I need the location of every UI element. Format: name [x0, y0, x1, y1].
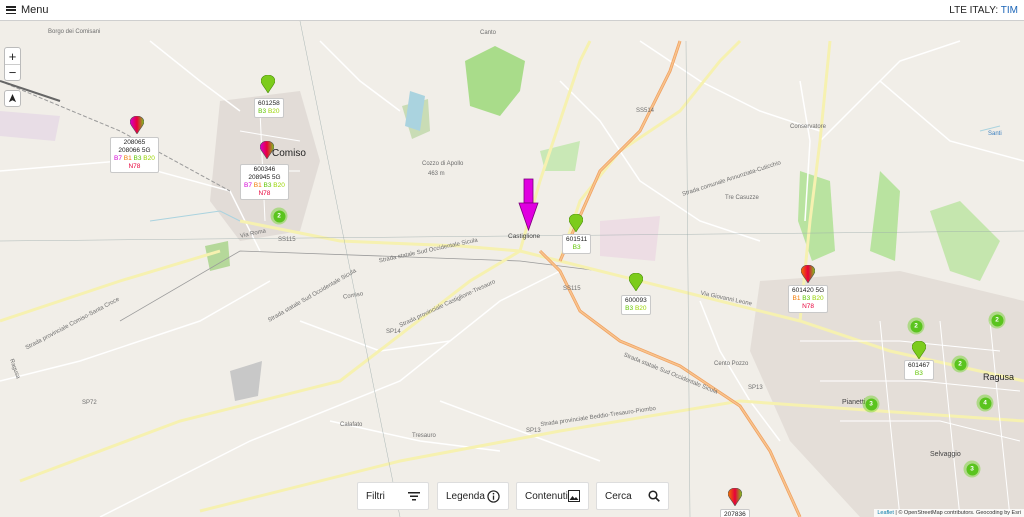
- zoom-control: + −: [4, 47, 21, 81]
- road-label: SP13: [748, 385, 763, 391]
- place-label: 463 m: [428, 171, 445, 177]
- site-card[interactable]: 601420 5G B1 B3 B20 N78: [788, 285, 829, 313]
- attribution-text: | © OpenStreetMap contributors. Geocodin…: [895, 510, 1021, 516]
- place-label: Comiso: [272, 148, 306, 159]
- site-card[interactable]: 207836: [720, 509, 750, 517]
- road-label: SS115: [563, 286, 581, 292]
- site-marker-icon[interactable]: [801, 265, 815, 283]
- site-marker-icon[interactable]: [912, 341, 926, 359]
- zoom-out-button[interactable]: −: [5, 64, 20, 80]
- location-icon: [8, 94, 17, 103]
- filters-button[interactable]: Filtri: [357, 482, 429, 510]
- site-cluster[interactable]: 2: [270, 207, 288, 225]
- filter-icon: [408, 492, 420, 501]
- site-card[interactable]: 600346 208945 5G B7 B1 B3 B20 N78: [240, 164, 289, 200]
- site-cluster[interactable]: 3: [862, 395, 880, 413]
- road-label: SS514: [636, 108, 655, 114]
- place-label: Cozzo di Apollo: [422, 161, 464, 167]
- site-marker-icon[interactable]: [728, 488, 742, 506]
- image-icon: [568, 490, 580, 502]
- top-bar: Menu LTE ITALY: TIM: [0, 0, 1024, 21]
- zoom-in-button[interactable]: +: [5, 48, 20, 64]
- site-card[interactable]: 601467 B3: [904, 360, 934, 380]
- site-marker-icon[interactable]: [629, 273, 643, 291]
- place-label: Conservatore: [790, 124, 827, 130]
- site-cluster[interactable]: 2: [988, 311, 1006, 329]
- contents-button[interactable]: Contenuti: [516, 482, 589, 510]
- site-cluster[interactable]: 4: [976, 394, 994, 412]
- place-label: Calafato: [340, 422, 363, 428]
- leaflet-link[interactable]: Leaflet: [877, 510, 894, 516]
- place-label: Selvaggio: [930, 451, 961, 458]
- place-label: Borgo dei Comisani: [48, 29, 101, 35]
- place-label: Ragusa: [983, 372, 1015, 382]
- site-cluster[interactable]: 2: [907, 317, 925, 335]
- road-label: SS115: [278, 237, 296, 243]
- place-label: Canto: [480, 30, 497, 36]
- site-card[interactable]: 601258 B3 B20: [254, 98, 284, 118]
- menu-label: Menu: [21, 4, 49, 16]
- carrier-name: TIM: [1000, 4, 1018, 16]
- place-label: Tresauro: [412, 433, 436, 439]
- site-cluster[interactable]: 3: [963, 460, 981, 478]
- place-label: Cento Pozzo: [714, 361, 749, 367]
- place-label: Castiglione: [508, 233, 541, 240]
- menu-button[interactable]: Menu: [6, 4, 49, 16]
- site-card[interactable]: 208065 208066 5G B7 B1 B3 B20 N78: [110, 137, 159, 173]
- locate-button[interactable]: [4, 90, 21, 107]
- place-label: Tre Casuzze: [725, 195, 759, 201]
- site-marker-icon[interactable]: [261, 75, 275, 93]
- hamburger-icon: [6, 6, 16, 14]
- site-card[interactable]: 600093 B3 B20: [621, 295, 651, 315]
- map-tiles: [0, 21, 1024, 517]
- site-cluster[interactable]: 2: [951, 355, 969, 373]
- site-marker-icon[interactable]: [569, 214, 583, 232]
- contents-label: Contenuti: [525, 490, 568, 502]
- map-attribution: Leaflet | © OpenStreetMap contributors. …: [874, 509, 1024, 517]
- site-marker-icon[interactable]: [260, 141, 274, 159]
- map-view[interactable]: + − Comiso Castiglione Ragusa Pianetti S…: [0, 21, 1024, 517]
- search-label: Cerca: [605, 490, 632, 502]
- search-button[interactable]: Cerca: [596, 482, 669, 510]
- info-icon: [487, 489, 500, 503]
- legend-button[interactable]: Legenda: [437, 482, 509, 510]
- site-marker-icon[interactable]: [130, 116, 144, 134]
- carrier-prefix: LTE ITALY:: [949, 4, 999, 16]
- search-icon: [648, 490, 660, 502]
- road-label: SP72: [82, 400, 97, 406]
- road-label: SP13: [526, 428, 541, 434]
- carrier-indicator: LTE ITALY: TIM: [949, 5, 1018, 16]
- highlight-arrow-icon: [518, 178, 539, 232]
- site-card[interactable]: 601511 B3: [562, 234, 592, 254]
- road-label: SP14: [386, 329, 401, 335]
- legend-label: Legenda: [446, 490, 485, 502]
- filters-label: Filtri: [366, 490, 385, 502]
- place-label: Santi: [988, 131, 1002, 137]
